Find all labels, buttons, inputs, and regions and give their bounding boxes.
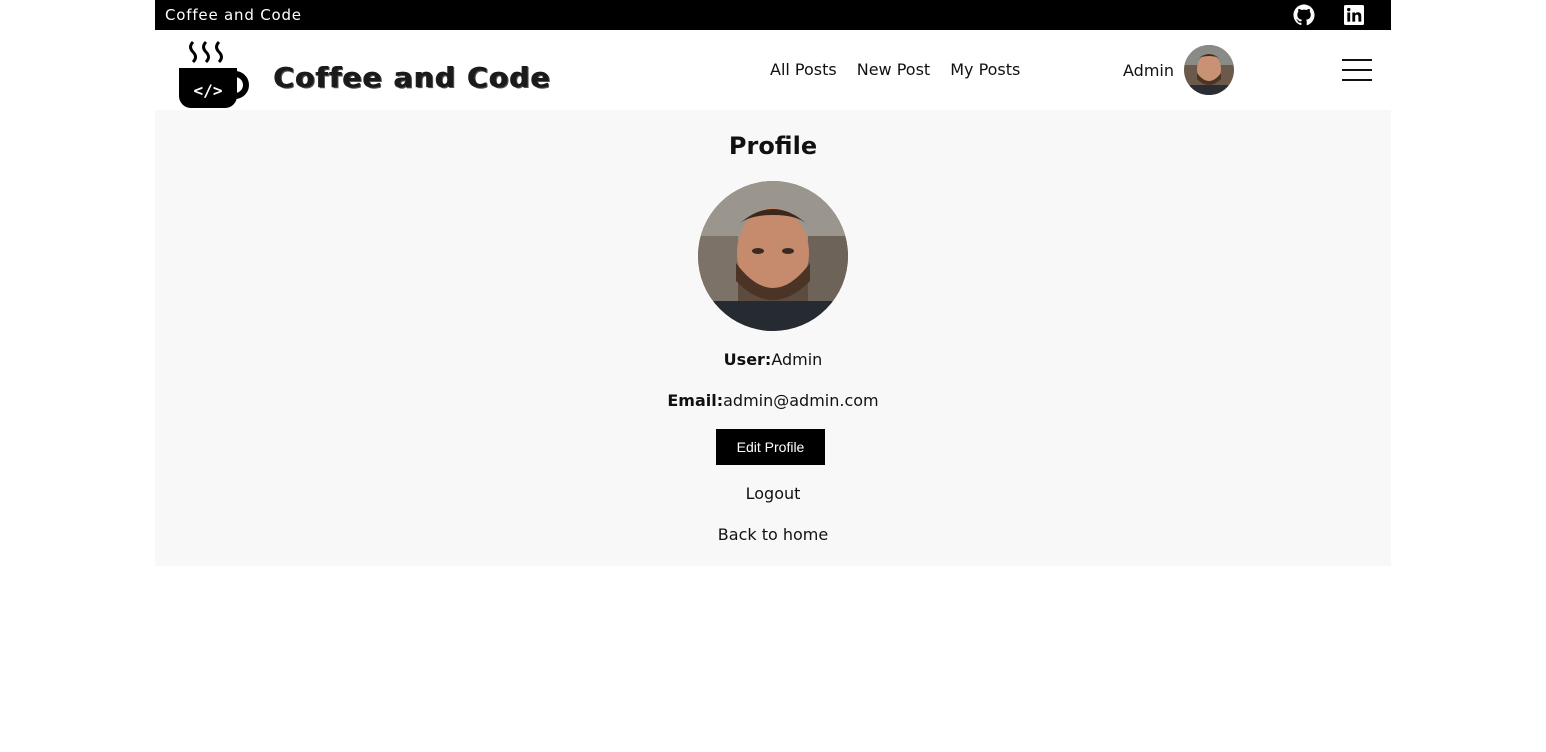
user-menu[interactable]: Admin <box>1123 45 1234 95</box>
profile-avatar <box>698 181 848 331</box>
nav-all-posts[interactable]: All Posts <box>770 60 837 79</box>
social-icons <box>1293 4 1365 26</box>
avatar[interactable] <box>1184 45 1234 95</box>
topbar-title: Coffee and Code <box>165 6 302 24</box>
hamburger-menu-icon[interactable] <box>1342 59 1372 81</box>
coffee-cup-logo-icon[interactable]: </> <box>175 40 253 120</box>
github-icon[interactable] <box>1293 4 1315 26</box>
logout-link[interactable]: Logout <box>155 484 1391 503</box>
nav-my-posts[interactable]: My Posts <box>950 60 1020 79</box>
svg-text:</>: </> <box>194 81 223 100</box>
edit-profile-button[interactable]: Edit Profile <box>716 429 825 465</box>
nav-new-post[interactable]: New Post <box>857 60 930 79</box>
email-info: Email:admin@admin.com <box>155 391 1391 410</box>
back-home-link[interactable]: Back to home <box>155 525 1391 544</box>
page-title: Profile <box>728 132 818 160</box>
site-brand[interactable]: Coffee and Code <box>274 61 551 94</box>
header-username: Admin <box>1123 60 1174 80</box>
user-info: User:Admin <box>155 350 1391 369</box>
top-bar: Coffee and Code <box>155 0 1391 30</box>
email-value: admin@admin.com <box>723 391 879 410</box>
linkedin-icon[interactable] <box>1343 4 1365 26</box>
page: Coffee and Code </> Coffee and Code All … <box>155 0 1391 566</box>
main-nav: All Posts New Post My Posts <box>770 60 1020 79</box>
email-label: Email: <box>667 391 724 410</box>
user-value: Admin <box>771 350 823 369</box>
site-header: </> Coffee and Code All Posts New Post M… <box>155 30 1391 119</box>
profile-section: Profile User:Admin Email:admin@admin.com… <box>155 110 1391 566</box>
user-label: User: <box>723 350 772 369</box>
